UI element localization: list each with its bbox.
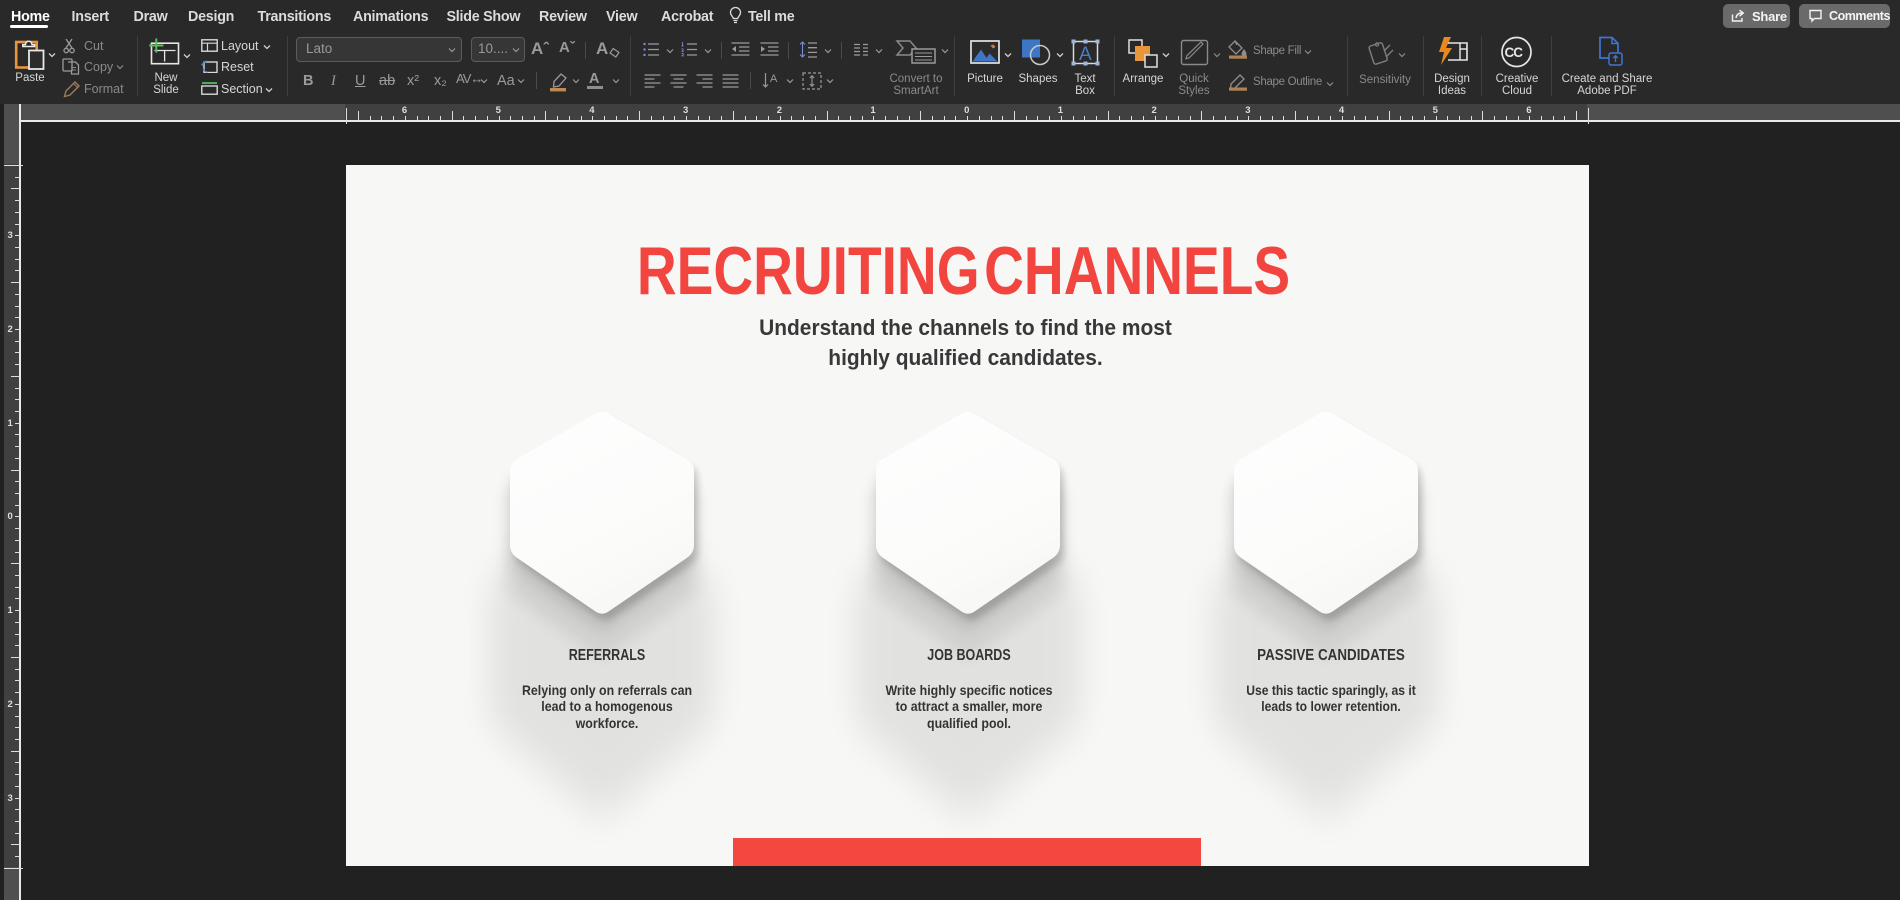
svg-text:A: A — [770, 73, 778, 85]
svg-text:CC: CC — [1505, 45, 1524, 60]
